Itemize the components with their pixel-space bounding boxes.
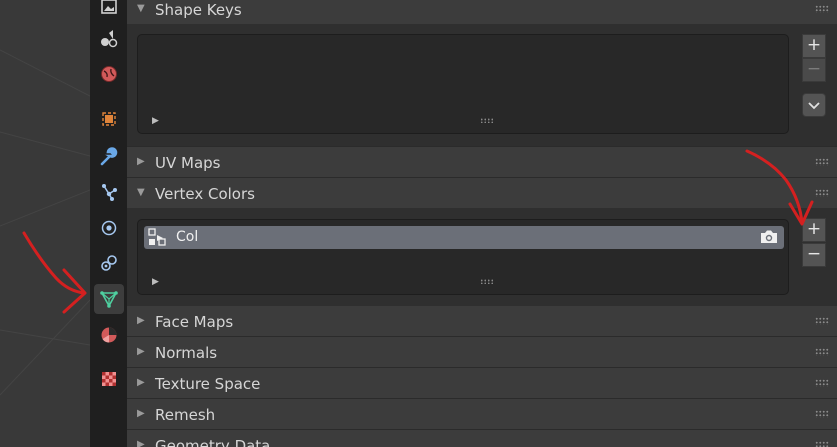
panel-title: Geometry Data [155, 437, 271, 447]
tab-constraints[interactable] [94, 248, 124, 278]
panel-title: Remesh [155, 406, 216, 424]
vertex-color-name[interactable]: Col [176, 229, 198, 245]
expand-filter-icon[interactable]: ▶ [152, 116, 159, 126]
collapsed-triangle-icon: ▶ [137, 346, 145, 357]
panel-header-face-maps[interactable]: ▶ Face Maps [127, 306, 837, 336]
wrench-icon [100, 147, 118, 166]
tab-object-data[interactable] [94, 284, 124, 314]
world-icon [101, 66, 117, 82]
tab-texture[interactable] [94, 364, 124, 394]
drag-grip-icon[interactable] [815, 379, 829, 387]
tab-modifiers[interactable] [94, 142, 124, 172]
panel-header-geometry-data[interactable]: ▶ Geometry Data [127, 430, 837, 447]
tab-world[interactable] [94, 59, 124, 89]
drag-grip-icon[interactable] [815, 348, 829, 356]
list-item[interactable]: Col [144, 226, 784, 249]
texture-icon [102, 372, 116, 386]
drag-grip-icon[interactable] [815, 189, 829, 197]
panel-title: Shape Keys [155, 1, 242, 19]
tab-particles[interactable] [94, 177, 124, 207]
drag-grip-icon[interactable] [815, 5, 829, 13]
list-resize-grip-icon[interactable] [480, 118, 494, 123]
collapsed-triangle-icon: ▶ [137, 408, 145, 419]
3d-viewport[interactable] [0, 0, 90, 447]
mesh-data-icon [100, 291, 118, 308]
particles-icon [102, 184, 117, 201]
panel-title: Normals [155, 344, 218, 362]
expanded-triangle-icon: ▼ [137, 3, 145, 14]
image-icon [101, 0, 117, 14]
physics-icon [101, 220, 117, 236]
panel-header-uv-maps[interactable]: ▶ UV Maps [127, 147, 837, 177]
remove-vertex-color-button[interactable]: − [802, 243, 826, 267]
expanded-triangle-icon: ▼ [137, 187, 145, 198]
list-resize-grip-icon[interactable] [480, 279, 494, 284]
object-icon [102, 112, 116, 126]
tab-scene[interactable] [94, 24, 124, 54]
drag-grip-icon[interactable] [815, 410, 829, 418]
tab-material[interactable] [94, 320, 124, 350]
collapsed-triangle-icon: ▶ [137, 315, 145, 326]
panel-header-texture-space[interactable]: ▶ Texture Space [127, 368, 837, 398]
expand-filter-icon[interactable]: ▶ [152, 277, 159, 287]
panel-title: Face Maps [155, 313, 234, 331]
panel-header-vertex-colors[interactable]: ▼ Vertex Colors [127, 178, 837, 208]
tab-object[interactable] [94, 104, 124, 134]
properties-panel: ▼ Shape Keys ▶ + − ▶ UV Maps ▼ Vertex Co… [127, 0, 837, 447]
properties-tab-strip [90, 0, 127, 447]
shape-keys-list[interactable]: ▶ [137, 34, 789, 134]
shape-keys-body: ▶ + − [127, 24, 837, 146]
panel-header-normals[interactable]: ▶ Normals [127, 337, 837, 367]
panel-title: Texture Space [155, 375, 261, 393]
tab-physics[interactable] [94, 213, 124, 243]
panel-header-remesh[interactable]: ▶ Remesh [127, 399, 837, 429]
chevron-down-icon [808, 102, 820, 110]
panel-title: Vertex Colors [155, 185, 255, 203]
shape-key-specials-button[interactable] [802, 93, 826, 117]
material-icon [101, 327, 117, 343]
remove-shape-key-button[interactable]: − [802, 58, 826, 82]
collapsed-triangle-icon: ▶ [137, 439, 145, 447]
drag-grip-icon[interactable] [815, 441, 829, 447]
drag-grip-icon[interactable] [815, 158, 829, 166]
add-vertex-color-button[interactable]: + [802, 218, 826, 242]
vertex-colors-list[interactable]: Col ▶ [137, 219, 789, 295]
panel-header-shape-keys[interactable]: ▼ Shape Keys [127, 0, 837, 24]
add-shape-key-button[interactable]: + [802, 34, 826, 58]
scene-icon [101, 30, 118, 48]
camera-icon[interactable] [760, 229, 778, 245]
collapsed-triangle-icon: ▶ [137, 377, 145, 388]
tab-view-layer[interactable] [94, 0, 124, 22]
collapsed-triangle-icon: ▶ [137, 156, 145, 167]
drag-grip-icon[interactable] [815, 317, 829, 325]
constraints-icon [101, 255, 117, 271]
panel-title: UV Maps [155, 154, 221, 172]
vertex-color-icon [148, 228, 166, 246]
viewport-grid [0, 49, 90, 396]
vertex-colors-body: Col ▶ + − [127, 208, 837, 306]
